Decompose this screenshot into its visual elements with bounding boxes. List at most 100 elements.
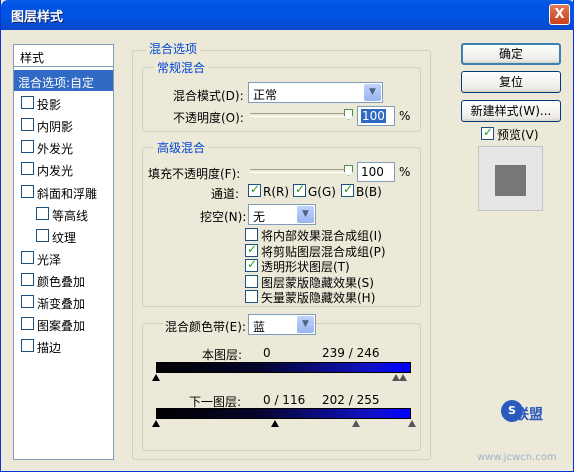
advanced-option-checkbox[interactable]: [245, 228, 258, 241]
this-layer-label: 本图层:: [202, 348, 243, 362]
style-item-checkbox[interactable]: [21, 339, 34, 353]
watermark-logo-icon: S: [501, 400, 523, 422]
style-item-checkbox[interactable]: [21, 118, 34, 132]
reset-button[interactable]: 复位: [461, 71, 561, 93]
fill-opacity-percent: %: [399, 165, 411, 179]
channel-checkbox[interactable]: [293, 182, 306, 197]
style-item-label: 外发光: [37, 142, 74, 157]
style-item-label: 渐变叠加: [37, 297, 86, 311]
style-item-label: 斜面和浮雕: [37, 186, 98, 201]
advanced-option-label: 将内部效果混合成组(I): [261, 229, 382, 243]
style-item-label: 图案叠加: [37, 319, 86, 334]
style-item[interactable]: 描边: [14, 335, 113, 356]
advanced-blending-title: 高级混合: [154, 139, 209, 156]
style-item-checkbox[interactable]: [21, 250, 34, 264]
style-item-label: 等高线: [52, 208, 89, 223]
style-item-checkbox[interactable]: [21, 295, 34, 308]
style-item-checkbox[interactable]: [21, 272, 34, 286]
opacity-label: 不透明度(O):: [173, 111, 244, 125]
style-item[interactable]: 等高线: [14, 203, 113, 224]
style-item[interactable]: 内阴影: [14, 114, 113, 135]
chevron-down-icon: ▼: [297, 206, 314, 223]
blend-if-select[interactable]: 蓝 ▼: [248, 314, 316, 335]
opacity-slider-track[interactable]: [250, 113, 350, 117]
style-item-checkbox[interactable]: [21, 162, 34, 176]
close-button[interactable]: X: [549, 4, 570, 25]
this-layer-values-right: 239 / 246: [322, 346, 380, 360]
style-item-checkbox[interactable]: [36, 228, 49, 242]
fill-opacity-slider-track[interactable]: [250, 169, 350, 173]
preview-square: [495, 165, 526, 196]
under-layer-black-slider-right[interactable]: [271, 420, 279, 427]
style-item-checkbox[interactable]: [36, 206, 49, 220]
opacity-percent: %: [399, 109, 411, 123]
opacity-input[interactable]: 100: [357, 106, 395, 126]
under-layer-black-slider-left[interactable]: [152, 420, 160, 427]
opacity-value: 100: [361, 109, 386, 123]
style-item-label: 光泽: [37, 252, 62, 267]
channel-checkbox[interactable]: [248, 182, 261, 197]
title-bar: 图层样式 X: [1, 0, 574, 30]
preview-label: 预览(V): [497, 128, 539, 142]
blend-mode-value: 正常: [253, 88, 278, 102]
style-item-label: 内发光: [37, 164, 74, 179]
style-item-label: 混合选项:自定: [18, 76, 95, 90]
this-layer-black-slider[interactable]: [152, 374, 160, 381]
fill-opacity-input[interactable]: 100: [357, 162, 395, 182]
style-item[interactable]: 混合选项:自定: [14, 70, 113, 91]
under-layer-white-slider-right[interactable]: [408, 420, 416, 427]
general-blending-title: 常规混合: [154, 59, 209, 76]
blend-options-title: 混合选项: [146, 40, 201, 57]
knockout-label: 挖空(N):: [200, 210, 247, 224]
knockout-value: 无: [253, 210, 266, 224]
ok-button[interactable]: 确定: [461, 43, 561, 65]
under-layer-white-slider-left[interactable]: [352, 420, 360, 427]
blend-mode-select[interactable]: 正常 ▼: [248, 82, 383, 103]
under-layer-values-right: 202 / 255: [322, 393, 380, 407]
chevron-down-icon: ▼: [364, 84, 381, 101]
styles-list-header: 样式: [14, 45, 113, 67]
advanced-option-checkbox[interactable]: [245, 242, 258, 257]
style-item[interactable]: 斜面和浮雕: [14, 181, 113, 202]
style-item[interactable]: 颜色叠加: [14, 269, 113, 290]
watermark-url: www.jcwcn.com: [477, 452, 557, 463]
channel-label: R(R): [263, 185, 290, 199]
style-item-label: 内阴影: [37, 120, 74, 135]
style-item[interactable]: 渐变叠加: [14, 291, 113, 312]
style-preview: [478, 146, 543, 211]
channel-label: G(G): [308, 185, 336, 199]
style-item[interactable]: 外发光: [14, 136, 113, 157]
window-title: 图层样式: [11, 10, 64, 25]
style-item-checkbox[interactable]: [21, 184, 34, 198]
style-item[interactable]: 纹理: [14, 225, 113, 246]
style-item-label: 投影: [37, 98, 62, 113]
channel-label: B(B): [356, 185, 382, 199]
style-item[interactable]: 内发光: [14, 158, 113, 179]
layer-style-dialog: 图层样式 X 样式 混合选项:自定投影内阴影外发光内发光斜面和浮雕等高线纹理光泽…: [0, 0, 574, 472]
blend-if-value: 蓝: [253, 320, 266, 334]
this-layer-gradient: [156, 362, 411, 373]
blend-if-group: [142, 323, 421, 451]
preview-checkbox[interactable]: [481, 125, 494, 140]
style-item[interactable]: 投影: [14, 92, 113, 113]
this-layer-white-slider-right[interactable]: [399, 374, 407, 381]
new-style-button[interactable]: 新建样式(W)...: [461, 100, 561, 122]
style-item-checkbox[interactable]: [21, 140, 34, 154]
advanced-option-checkbox[interactable]: [245, 257, 258, 272]
styles-list: 样式 混合选项:自定投影内阴影外发光内发光斜面和浮雕等高线纹理光泽颜色叠加渐变叠…: [13, 44, 114, 460]
knockout-select[interactable]: 无 ▼: [248, 204, 316, 225]
this-layer-values: 0: [263, 346, 271, 360]
advanced-option-label: 透明形状图层(T): [261, 260, 350, 274]
channels-label: 通道:: [211, 187, 240, 201]
advanced-option-checkbox[interactable]: [245, 274, 258, 288]
style-item[interactable]: 光泽: [14, 247, 113, 268]
under-layer-gradient: [156, 408, 411, 419]
style-item-label: 颜色叠加: [37, 274, 86, 289]
channel-checkbox[interactable]: [341, 182, 354, 197]
advanced-option-checkbox[interactable]: [245, 290, 258, 303]
style-item[interactable]: 图案叠加: [14, 313, 113, 334]
style-item-checkbox[interactable]: [21, 317, 34, 331]
advanced-option-label: 矢量蒙版隐藏效果(H): [261, 291, 376, 305]
style-item-checkbox[interactable]: [21, 96, 34, 110]
fill-opacity-value: 100: [361, 165, 384, 179]
